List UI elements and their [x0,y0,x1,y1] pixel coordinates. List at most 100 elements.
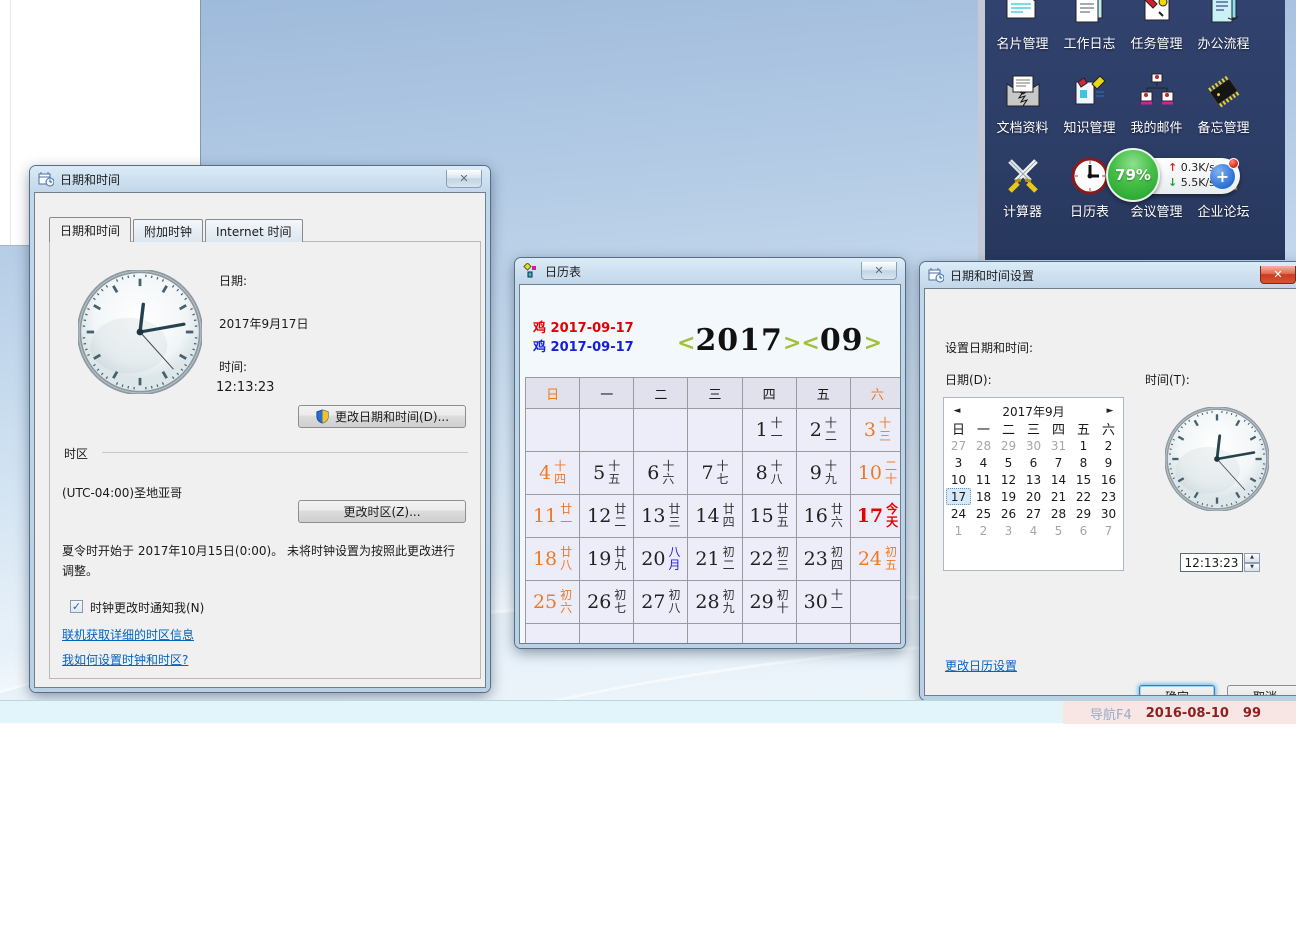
next-month-button[interactable]: ► [1099,406,1121,416]
picker-day-cell[interactable]: 17 [946,488,971,505]
close-button[interactable]: ✕ [1260,266,1296,284]
prev-month-button[interactable]: ◄ [946,406,968,416]
picker-day-cell[interactable]: 2 [971,522,996,539]
picker-day-cell[interactable]: 13 [1021,471,1046,488]
picker-day-cell[interactable]: 6 [1071,522,1096,539]
picker-day-cell[interactable]: 28 [1046,505,1071,522]
launcher-item[interactable]: 工作日志 [1056,0,1123,52]
launcher-item[interactable]: 名片管理 [989,0,1056,52]
close-button[interactable]: ✕ [446,170,482,188]
launcher-item[interactable]: 备忘管理 [1190,70,1257,136]
picker-day-cell[interactable]: 5 [1046,522,1071,539]
lunar-dialog-titlebar[interactable]: 日历表 ✕ [519,258,901,284]
picker-day-cell[interactable]: 29 [1071,505,1096,522]
date-time-dialog-titlebar[interactable]: 日期和时间 ✕ [34,166,486,192]
picker-day-cell[interactable]: 6 [1021,454,1046,471]
picker-day-cell[interactable]: 25 [971,505,996,522]
next-year-arrow[interactable]: > [783,330,801,356]
launcher-item[interactable]: 我的邮件 [1123,70,1190,136]
how-to-set-clock-link[interactable]: 我如何设置时钟和时区? [62,651,188,668]
picker-day-cell[interactable]: 4 [1021,522,1046,539]
spin-down-button[interactable]: ▼ [1244,563,1260,573]
tab-internet-time[interactable]: Internet 时间 [205,219,302,242]
launcher-item[interactable]: 办公流程 [1190,0,1257,52]
lunar-day-cell[interactable]: 2十二 [797,409,851,452]
picker-day-cell[interactable]: 22 [1071,488,1096,505]
lunar-day-cell[interactable]: 16廿六 [797,495,851,538]
lunar-day-cell[interactable]: 9十九 [797,452,851,495]
picker-day-cell[interactable]: 27 [946,437,971,454]
lunar-day-cell[interactable]: 30十一 [797,581,851,624]
launcher-item[interactable]: 文档资料 [989,70,1056,136]
picker-day-cell[interactable]: 18 [971,488,996,505]
lunar-day-cell[interactable]: 20八月 [634,538,688,581]
launcher-item[interactable]: 知识管理 [1056,70,1123,136]
lunar-day-cell[interactable]: 15廿五 [743,495,797,538]
lunar-day-cell[interactable]: 28初九 [688,581,742,624]
lunar-day-cell[interactable]: 14廿四 [688,495,742,538]
usage-percent-badge[interactable]: 79% [1106,148,1160,202]
lunar-day-cell[interactable]: 10二十 [851,452,901,495]
lunar-day-cell[interactable]: 26初七 [580,581,634,624]
launcher-item[interactable]: 计算器 [989,154,1056,220]
picker-day-cell[interactable]: 4 [971,454,996,471]
picker-day-cell[interactable]: 15 [1071,471,1096,488]
ok-button[interactable]: 确定 [248,687,318,688]
month-year-label[interactable]: 2017年9月 [968,403,1099,420]
lunar-day-cell[interactable]: 24初五 [851,538,901,581]
picker-day-cell[interactable]: 2 [1096,437,1121,454]
lunar-day-cell[interactable]: 12廿二 [580,495,634,538]
change-timezone-button[interactable]: 更改时区(Z)... [298,500,466,523]
lunar-day-cell[interactable]: 27初八 [634,581,688,624]
launcher-item[interactable]: 任务管理 [1123,0,1190,52]
picker-day-cell[interactable]: 20 [1021,488,1046,505]
lunar-day-cell[interactable]: 1十一 [743,409,797,452]
lunar-day-cell[interactable]: 4十四 [526,452,580,495]
ok-button[interactable]: 确定 [1139,685,1215,696]
picker-day-cell[interactable]: 1 [1071,437,1096,454]
lunar-day-cell[interactable]: 29初十 [743,581,797,624]
lunar-day-cell[interactable]: 8十八 [743,452,797,495]
lunar-day-cell[interactable]: 6十六 [634,452,688,495]
online-timezone-info-link[interactable]: 联机获取详细的时区信息 [62,626,194,643]
change-calendar-settings-link[interactable]: 更改日历设置 [945,657,1017,674]
picker-day-cell[interactable]: 10 [946,471,971,488]
picker-day-cell[interactable]: 30 [1096,505,1121,522]
picker-day-cell[interactable]: 8 [1071,454,1096,471]
lunar-day-cell[interactable]: 21初二 [688,538,742,581]
lunar-day-cell[interactable]: 7十七 [688,452,742,495]
picker-day-cell[interactable]: 28 [971,437,996,454]
picker-day-cell[interactable]: 24 [946,505,971,522]
picker-day-cell[interactable]: 26 [996,505,1021,522]
lunar-day-cell[interactable]: 19廿九 [580,538,634,581]
next-month-arrow[interactable]: > [864,330,882,356]
picker-day-cell[interactable]: 3 [946,454,971,471]
picker-day-cell[interactable]: 9 [1096,454,1121,471]
cancel-button[interactable]: 取消 [329,687,399,688]
picker-day-cell[interactable]: 16 [1096,471,1121,488]
lunar-day-cell[interactable]: 23初四 [797,538,851,581]
lunar-day-cell[interactable]: 11廿一 [526,495,580,538]
picker-day-cell[interactable]: 3 [996,522,1021,539]
prev-month-arrow[interactable]: < [801,330,819,356]
picker-day-cell[interactable]: 30 [1021,437,1046,454]
lunar-day-cell[interactable]: 13廿三 [634,495,688,538]
close-button[interactable]: ✕ [861,262,897,280]
lunar-day-cell[interactable]: 25初六 [526,581,580,624]
lunar-day-cell[interactable]: 22初三 [743,538,797,581]
lunar-day-cell[interactable]: 18廿八 [526,538,580,581]
lunar-day-cell[interactable]: 17今天 [851,495,901,538]
picker-day-cell[interactable]: 29 [996,437,1021,454]
prev-year-arrow[interactable]: < [677,330,695,356]
picker-day-cell[interactable]: 19 [996,488,1021,505]
picker-day-cell[interactable]: 27 [1021,505,1046,522]
net-monitor-widget[interactable]: 79% ↑ 0.3K/s ↓ 5.5K/s + [1106,148,1246,202]
picker-day-cell[interactable]: 31 [1046,437,1071,454]
picker-day-cell[interactable]: 12 [996,471,1021,488]
spin-up-button[interactable]: ▲ [1244,553,1260,563]
tab-additional-clocks[interactable]: 附加时钟 [133,219,203,242]
picker-day-cell[interactable]: 23 [1096,488,1121,505]
settings-dialog-titlebar[interactable]: 日期和时间设置 ✕ [924,262,1296,288]
lunar-day-cell[interactable]: 3十三 [851,409,901,452]
notify-clock-change-checkbox[interactable]: ✓ [70,600,83,613]
